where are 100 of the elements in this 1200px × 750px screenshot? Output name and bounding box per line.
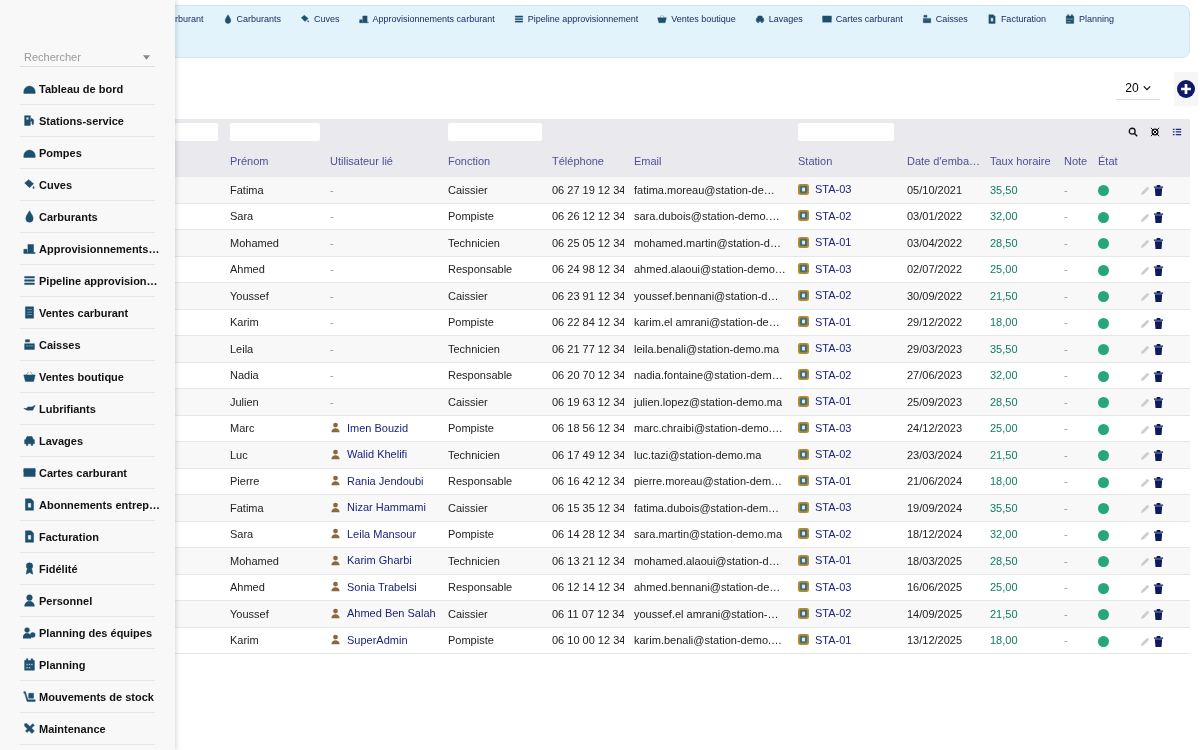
station-link[interactable]: STA-01 [815, 554, 852, 566]
station-link[interactable]: STA-03 [815, 421, 852, 434]
sidebar-item[interactable]: Mouvements de stock [20, 681, 155, 713]
table-cell: - [1064, 607, 1068, 620]
sidebar-item[interactable]: Ventes boutique [20, 361, 155, 393]
table-cell: Caissier [448, 501, 488, 514]
station-link[interactable]: STA-01 [815, 236, 852, 248]
trash-icon[interactable] [1153, 529, 1164, 541]
nav-link[interactable]: Lavages [754, 14, 803, 24]
sidebar-item[interactable]: Carburants [20, 201, 155, 233]
table-cell: - [330, 236, 334, 249]
column-header[interactable]: État [1098, 155, 1118, 167]
nav-link[interactable]: Pipeline approvisionnement [513, 14, 639, 24]
column-header[interactable]: Station [798, 155, 833, 167]
sidebar-item[interactable]: Ventes carburant [20, 297, 155, 329]
table-cell: - [1064, 634, 1068, 647]
trash-icon[interactable] [1153, 238, 1164, 250]
trash-icon[interactable] [1153, 317, 1164, 329]
trash-icon[interactable] [1153, 185, 1164, 197]
station-link[interactable]: STA-03 [815, 262, 852, 275]
trash-icon[interactable] [1153, 344, 1164, 356]
sidebar-item[interactable]: Fidélité [20, 553, 155, 585]
sidebar-item[interactable]: Tableau de bord [20, 73, 155, 105]
nav-link[interactable]: rburant [175, 14, 204, 24]
trash-icon[interactable] [1153, 370, 1164, 382]
table-cell: - [1064, 316, 1068, 329]
table-cell: 18/03/2025 [907, 554, 963, 567]
table-cell: - [1064, 448, 1068, 461]
nav-link[interactable]: Cuves [300, 14, 340, 24]
table-cell: Fatima [230, 501, 264, 514]
station-link[interactable]: STA-01 [815, 474, 852, 487]
trash-icon[interactable] [1153, 635, 1164, 647]
nav-link[interactable]: Facturation [986, 14, 1046, 24]
station-link[interactable]: STA-02 [815, 368, 852, 381]
table-cell: - [330, 369, 334, 382]
sidebar-item[interactable]: Pipeline approvision… [20, 265, 155, 297]
user-link[interactable]: Rania Jendoubi [347, 474, 424, 487]
sidebar-item[interactable]: Stations-service [20, 105, 155, 137]
table-cell: 18,00 [990, 634, 1018, 647]
sidebar-item[interactable]: Planning des équipes [20, 617, 155, 649]
sidebar-item[interactable]: Pompes [20, 137, 155, 169]
table-cell: ahmed.bennani@station-de… [634, 581, 781, 594]
trash-icon[interactable] [1153, 609, 1164, 621]
user-link[interactable]: SuperAdmin [347, 633, 408, 646]
station-link[interactable]: STA-01 [815, 633, 852, 646]
sidebar-item[interactable]: Lubrifiants [20, 393, 155, 425]
sidebar-item[interactable]: Cuves [20, 169, 155, 201]
station-icon [798, 501, 809, 513]
station-link[interactable]: STA-03 [815, 501, 852, 513]
station-link[interactable]: STA-02 [815, 527, 852, 540]
station-link[interactable]: STA-02 [815, 209, 852, 222]
trash-icon[interactable] [1153, 556, 1164, 568]
filter-field[interactable] [175, 123, 218, 141]
column-header[interactable]: Prénom [230, 155, 269, 167]
station-link[interactable]: STA-01 [815, 315, 852, 328]
sidebar-item[interactable]: Personnel [20, 585, 155, 617]
station-link[interactable]: STA-02 [815, 607, 852, 619]
user-link[interactable]: Leila Mansour [347, 527, 417, 540]
nav-link[interactable]: Carburants [222, 14, 282, 24]
trash-icon[interactable] [1153, 397, 1164, 409]
nav-link[interactable]: Planning [1064, 14, 1114, 24]
trash-icon[interactable] [1153, 211, 1164, 223]
table-cell: Technicien [448, 236, 500, 249]
table-cell: karim.benali@station-demo.… [634, 634, 783, 647]
search-field[interactable]: Rechercher [20, 48, 155, 67]
table-cell: sara.martin@station-demo.ma [634, 528, 783, 541]
table-cell: sara.dubois@station-demo.… [634, 210, 780, 223]
trash-icon[interactable] [1153, 503, 1164, 515]
sidebar-item[interactable]: Maintenance [20, 713, 155, 745]
station-link[interactable]: STA-02 [815, 289, 852, 301]
column-header[interactable]: Email [634, 155, 662, 167]
clear-filter-icon[interactable] [1150, 127, 1160, 137]
trash-icon[interactable] [1153, 291, 1164, 303]
sidebar-item[interactable]: Lavages [20, 425, 155, 457]
nav-link[interactable]: Ventes boutique [657, 14, 736, 24]
station-link[interactable]: STA-03 [815, 342, 852, 354]
nav-link[interactable]: Caisses [921, 14, 968, 24]
trash-icon[interactable] [1153, 476, 1164, 488]
nav-link[interactable]: Cartes carburant [821, 14, 903, 24]
station-link[interactable]: STA-03 [815, 580, 852, 593]
table-cell: Technicien [448, 342, 500, 355]
column-header[interactable]: Fonction [448, 155, 491, 167]
trash-icon[interactable] [1153, 423, 1164, 435]
sidebar-item[interactable]: Cartes carburant [20, 457, 155, 489]
user-link[interactable]: Imen Bouzid [347, 421, 409, 434]
trash-icon[interactable] [1153, 264, 1164, 276]
station-link[interactable]: STA-03 [815, 183, 852, 195]
add-button[interactable] [1174, 71, 1198, 106]
sidebar-item[interactable]: Facturation [20, 521, 155, 553]
station-link[interactable]: STA-01 [815, 395, 852, 407]
sidebar-item[interactable]: Planning [20, 649, 155, 681]
station-link[interactable]: STA-02 [815, 448, 852, 460]
trash-icon[interactable] [1153, 450, 1164, 462]
sidebar-item[interactable]: Caisses [20, 329, 155, 361]
trash-icon[interactable] [1153, 582, 1164, 594]
page-size-select[interactable]: 20 [1116, 77, 1160, 100]
nav-link[interactable]: Approvisionnements carburant [358, 14, 495, 24]
list-icon[interactable] [1172, 127, 1182, 137]
user-link[interactable]: Sonia Trabelsi [347, 580, 417, 593]
search-icon[interactable] [1128, 127, 1138, 137]
